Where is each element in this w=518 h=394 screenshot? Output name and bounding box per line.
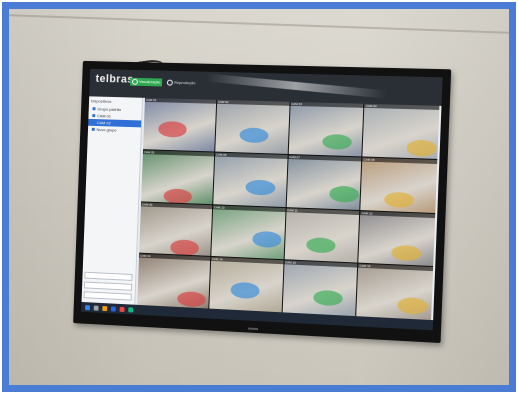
camera-tile[interactable]: CAM 04 — [363, 104, 440, 159]
camera-tile[interactable]: CAM 09 — [139, 202, 212, 256]
floor-mat — [313, 289, 343, 306]
camera-label: CAM 04 — [365, 104, 440, 110]
tab-live-view[interactable]: Visualização — [130, 78, 163, 87]
camera-tile[interactable]: CAM 06 — [213, 152, 287, 206]
floor-mat — [329, 186, 359, 203]
start-icon[interactable] — [85, 305, 90, 310]
monitor-logo — [248, 328, 258, 331]
floor-mat — [239, 127, 268, 143]
browser-icon[interactable] — [111, 306, 116, 311]
camera-label-text: CAM 04 — [365, 104, 440, 110]
search-icon[interactable] — [94, 305, 99, 310]
camera-icon — [92, 121, 95, 124]
floor-mat — [230, 282, 259, 299]
floor-mat — [158, 121, 187, 137]
playback-icon — [167, 80, 173, 86]
camera-tile[interactable]: CAM 02 — [215, 100, 289, 154]
camera-label-text: CAM 03 — [290, 102, 364, 108]
camera-label-text: CAM 01 — [145, 98, 216, 104]
camera-tile[interactable]: CAM 08 — [361, 157, 438, 212]
sidebar-item-new-group[interactable]: Novo grupo — [88, 126, 141, 135]
wall-monitor: telbras Visualização Reprodução Disposit… — [73, 61, 451, 343]
floor-mat — [391, 244, 422, 261]
camera-tile[interactable]: CAM 05 — [141, 150, 214, 204]
top-tabs: Visualização Reprodução — [130, 78, 198, 88]
camera-tile[interactable]: CAM 12 — [359, 211, 436, 267]
camera-tile[interactable]: CAM 14 — [209, 257, 283, 312]
brand-logo: telbras — [95, 73, 133, 86]
floor-mat — [398, 297, 429, 314]
app-icon[interactable] — [120, 306, 125, 311]
camera-icon — [92, 114, 95, 117]
device-sidebar: Dispositivos Grupo padrão CAM 01 CAM 02 … — [82, 96, 144, 304]
camera-label: CAM 01 — [145, 98, 216, 104]
camera-tile[interactable]: CAM 16 — [356, 264, 433, 320]
camera-tile[interactable]: CAM 10 — [211, 205, 285, 260]
camera-tile[interactable]: CAM 11 — [284, 208, 359, 263]
camera-tile[interactable]: CAM 03 — [288, 102, 363, 156]
floor-mat — [246, 179, 276, 196]
photo-frame: telbras Visualização Reprodução Disposit… — [2, 2, 516, 392]
folder-icon — [93, 107, 96, 110]
camera-label: CAM 03 — [290, 102, 364, 108]
monitor-screen: telbras Visualização Reprodução Disposit… — [81, 69, 442, 330]
camera-icon — [132, 79, 138, 85]
floor-mat — [177, 291, 206, 308]
floor-mat — [164, 188, 193, 204]
vms-app-icon[interactable] — [128, 307, 133, 312]
floor-mat — [322, 133, 352, 150]
floor-mat — [252, 231, 282, 248]
floor-mat — [407, 140, 438, 157]
folder-icon[interactable] — [102, 305, 107, 310]
sidebar-controls — [84, 269, 133, 301]
camera-label: CAM 02 — [217, 100, 289, 106]
floor-mat — [170, 239, 199, 256]
camera-tile[interactable]: CAM 01 — [143, 98, 216, 151]
camera-label-text: CAM 02 — [217, 100, 289, 106]
folder-icon — [92, 128, 95, 131]
floor-mat — [306, 237, 336, 254]
floor-mat — [384, 192, 414, 209]
camera-tile[interactable]: CAM 07 — [286, 155, 361, 210]
stream-select[interactable] — [84, 282, 132, 291]
camera-tile[interactable]: CAM 13 — [137, 254, 210, 309]
camera-tile[interactable]: CAM 15 — [282, 260, 357, 316]
grid-layout-button[interactable] — [84, 291, 132, 300]
camera-grid: CAM 01 CAM 02 CAM 03 CAM 04 CAM 05 CAM 06 CAM … — [137, 98, 439, 320]
layout-select[interactable] — [84, 272, 132, 281]
tab-playback[interactable]: Reprodução — [165, 79, 197, 88]
